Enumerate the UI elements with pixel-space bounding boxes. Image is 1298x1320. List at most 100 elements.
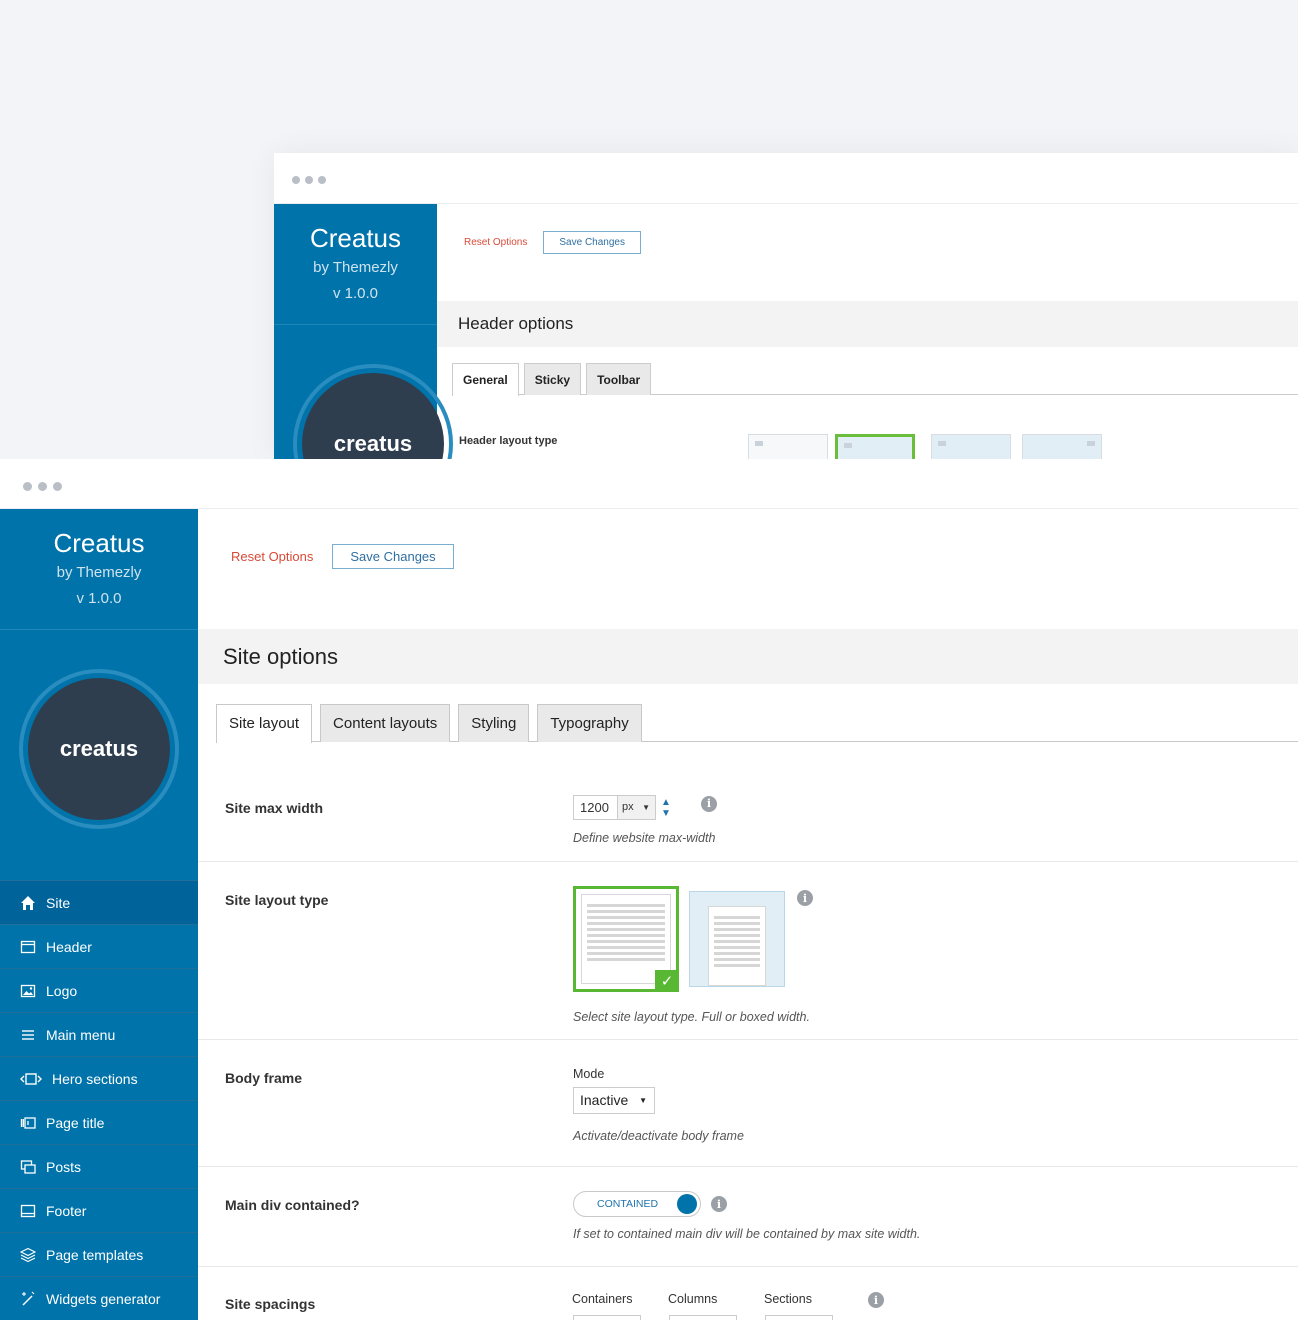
sidebar-item-page-title[interactable]: Page title <box>0 1101 198 1145</box>
save-changes-button[interactable]: Save Changes <box>332 544 454 569</box>
header-layout-label: Header layout type <box>459 435 558 447</box>
spacing-sections-input[interactable] <box>765 1315 833 1320</box>
sidebar-item-header[interactable]: Header <box>0 925 198 969</box>
window-dots <box>23 482 62 491</box>
option-row-site-layout-type: Site layout type ✓ i Select site layout … <box>198 862 1298 1040</box>
unit-select[interactable]: px <box>618 795 656 820</box>
logo-text: creatus <box>302 373 444 459</box>
reset-options-link[interactable]: Reset Options <box>464 237 527 248</box>
tab-toolbar[interactable]: Toolbar <box>586 363 652 395</box>
brand-version: v 1.0.0 <box>332 285 379 302</box>
logo-text: creatus <box>28 678 170 820</box>
footer-icon <box>19 1203 37 1219</box>
window-icon <box>19 939 37 955</box>
sidebar-item-label: Hero sections <box>52 1070 138 1087</box>
layout-boxed-option[interactable] <box>689 891 785 987</box>
main-content: Reset Options Save Changes Header option… <box>437 204 1298 459</box>
step-up-icon[interactable]: ▲ <box>661 797 671 808</box>
tab-bar: Site layout Content layouts Styling Typo… <box>216 704 1298 743</box>
sidebar-item-widgets-generator[interactable]: Widgets generator <box>0 1277 198 1320</box>
menu-icon <box>19 1027 37 1043</box>
tab-sticky[interactable]: Sticky <box>523 363 582 395</box>
option-label: Site layout type <box>225 892 329 908</box>
step-down-icon[interactable]: ▼ <box>661 808 671 819</box>
max-width-input-group: 1200 px ▲▼ i <box>573 795 717 820</box>
posts-icon <box>19 1159 37 1175</box>
header-layout-option[interactable] <box>931 434 1011 459</box>
home-icon <box>19 895 37 911</box>
title-icon <box>19 1115 37 1131</box>
brand-author: by Themezly <box>56 564 142 581</box>
header-layout-option[interactable] <box>748 434 828 459</box>
front-window: Creatus by Themezly v 1.0.0 creatus Site… <box>0 459 1298 1320</box>
reset-options-link[interactable]: Reset Options <box>231 549 313 564</box>
sidebar-item-label: Main menu <box>46 1026 116 1043</box>
sidebar-nav: Site Header Logo Main menu Hero sections… <box>0 880 198 1320</box>
spacing-sections-label: Sections <box>764 1292 812 1306</box>
tab-site-layout[interactable]: Site layout <box>216 704 313 743</box>
wand-icon <box>19 1291 37 1307</box>
save-changes-button[interactable]: Save Changes <box>543 231 641 254</box>
info-icon[interactable]: i <box>868 1292 884 1308</box>
option-description: Select site layout type. Full or boxed w… <box>573 1010 810 1024</box>
layout-full-option[interactable]: ✓ <box>573 886 679 992</box>
spacing-containers-label: Containers <box>572 1292 633 1306</box>
info-icon[interactable]: i <box>797 890 813 906</box>
main-content: Reset Options Save Changes Site options … <box>198 509 1298 1320</box>
toggle-knob <box>677 1194 697 1214</box>
number-stepper[interactable]: ▲ ▼ <box>661 797 671 819</box>
sidebar-item-footer[interactable]: Footer <box>0 1189 198 1233</box>
max-width-input[interactable]: 1200 <box>573 795 618 820</box>
option-description: Activate/deactivate body frame <box>573 1129 744 1143</box>
sidebar-item-site[interactable]: Site <box>0 881 198 925</box>
header-layout-option-selected[interactable] <box>835 434 915 459</box>
sidebar-item-label: Footer <box>46 1202 87 1219</box>
option-row-site-max-width: Site max width 1200 px ▲▼ i Define websi… <box>198 743 1298 862</box>
option-label: Site max width <box>225 800 324 816</box>
option-row-site-spacings: Site spacings Containers Columns Section… <box>198 1267 1298 1320</box>
window-titlebar <box>0 459 1298 509</box>
sidebar-item-label: Page title <box>46 1114 105 1131</box>
checkmark-icon: ✓ <box>655 970 679 992</box>
option-label: Body frame <box>225 1070 303 1086</box>
mode-label: Mode <box>573 1067 605 1081</box>
sidebar-item-label: Site <box>46 894 71 911</box>
option-row-main-div-contained: Main div contained? CONTAINED i If set t… <box>198 1167 1298 1267</box>
info-icon[interactable]: i <box>700 795 717 812</box>
option-label: Main div contained? <box>225 1197 360 1213</box>
sidebar-item-label: Page templates <box>46 1246 144 1263</box>
spacing-columns-label: Columns <box>668 1292 718 1306</box>
tab-content-layouts[interactable]: Content layouts <box>320 704 451 742</box>
layers-icon <box>19 1247 37 1263</box>
tab-bar: General Sticky Toolbar <box>452 363 1298 396</box>
tab-general[interactable]: General <box>452 363 519 396</box>
brand-author: by Themezly <box>313 259 398 276</box>
header-layout-option[interactable] <box>1022 434 1102 459</box>
logo: creatus <box>293 364 453 459</box>
sidebar-item-page-templates[interactable]: Page templates <box>0 1233 198 1277</box>
spacing-containers-input[interactable] <box>573 1315 641 1320</box>
sidebar-item-logo[interactable]: Logo <box>0 969 198 1013</box>
window-titlebar <box>274 153 1298 204</box>
option-label: Site spacings <box>225 1296 316 1312</box>
sidebar: Creatus by Themezly v 1.0.0 creatus <box>274 204 453 459</box>
spacing-columns-input[interactable] <box>669 1315 737 1320</box>
info-icon[interactable]: i <box>711 1196 727 1212</box>
brand-name: Creatus <box>53 528 145 558</box>
sidebar-item-hero-sections[interactable]: Hero sections <box>0 1057 198 1101</box>
section-title: Site options <box>198 629 1298 684</box>
contained-toggle[interactable]: CONTAINED <box>573 1191 701 1217</box>
brand-name: Creatus <box>309 223 402 253</box>
sidebar-item-label: Logo <box>46 982 78 999</box>
slides-icon <box>19 1071 43 1087</box>
option-description: If set to contained main div will be con… <box>573 1227 921 1241</box>
tab-styling[interactable]: Styling <box>458 704 530 742</box>
option-row-body-frame: Body frame Mode Inactive Activate/deacti… <box>198 1040 1298 1167</box>
sidebar-item-label: Header <box>46 938 92 955</box>
back-window: Creatus by Themezly v 1.0.0 creatus Rese… <box>274 153 1298 459</box>
sidebar-item-main-menu[interactable]: Main menu <box>0 1013 198 1057</box>
body-frame-mode-select[interactable]: Inactive <box>573 1087 655 1114</box>
brand-block: Creatus by Themezly v 1.0.0 <box>274 204 437 325</box>
sidebar-item-posts[interactable]: Posts <box>0 1145 198 1189</box>
tab-typography[interactable]: Typography <box>537 704 642 742</box>
